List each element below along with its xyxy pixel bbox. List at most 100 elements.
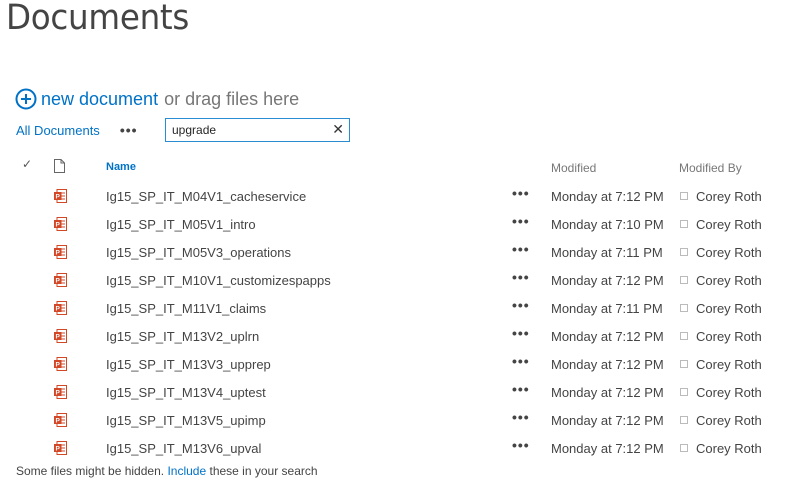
modified-date: Monday at 7:12 PM (551, 189, 664, 204)
table-row[interactable]: P Ig15_SP_IT_M05V1_intro ••• Monday at 7:10… (0, 210, 807, 238)
svg-text:P: P (56, 222, 61, 229)
table-row[interactable]: P Ig15_SP_IT_M11V1_claims ••• Monday at 7:1… (0, 294, 807, 322)
modified-by-user[interactable]: Corey Roth (696, 441, 762, 456)
powerpoint-file-icon: P (54, 273, 67, 288)
modified-by-user[interactable]: Corey Roth (696, 301, 762, 316)
modified-date: Monday at 7:10 PM (551, 217, 664, 232)
table-row[interactable]: P Ig15_SP_IT_M04V1_cacheservice ••• Monday … (0, 182, 807, 210)
drag-files-hint: or drag files here (164, 88, 300, 109)
modified-by-user[interactable]: Corey Roth (696, 245, 762, 260)
modified-by-user[interactable]: Corey Roth (696, 189, 762, 204)
item-more-button[interactable]: ••• (512, 269, 530, 285)
powerpoint-file-icon: P (54, 329, 67, 344)
document-name[interactable]: Ig15_SP_IT_M13V3_upprep (106, 357, 271, 372)
item-more-button[interactable]: ••• (512, 185, 530, 201)
svg-text:P: P (56, 194, 61, 201)
include-link[interactable]: Include (167, 464, 206, 478)
presence-icon (680, 192, 688, 200)
view-all-documents[interactable]: All Documents (16, 123, 100, 138)
presence-icon (680, 332, 688, 340)
powerpoint-file-icon: P (54, 245, 67, 260)
new-document-link[interactable]: new document (41, 89, 158, 110)
document-name[interactable]: Ig15_SP_IT_M13V5_upimp (106, 413, 266, 428)
search-box: ✕ (165, 118, 350, 142)
modified-date: Monday at 7:12 PM (551, 385, 664, 400)
svg-text:P: P (56, 362, 61, 369)
document-icon (54, 159, 65, 173)
view-selector: All Documents ••• (16, 122, 138, 138)
column-header-modified-by[interactable]: Modified By (679, 161, 742, 175)
modified-date: Monday at 7:12 PM (551, 441, 664, 456)
item-more-button[interactable]: ••• (512, 353, 530, 369)
svg-text:P: P (56, 334, 61, 341)
svg-text:P: P (56, 418, 61, 425)
table-row[interactable]: P Ig15_SP_IT_M13V4_uptest ••• Monday at 7:1… (0, 378, 807, 406)
table-row[interactable]: P Ig15_SP_IT_M13V2_uplrn ••• Monday at 7:12… (0, 322, 807, 350)
document-name[interactable]: Ig15_SP_IT_M04V1_cacheservice (106, 189, 306, 204)
powerpoint-file-icon: P (54, 413, 67, 428)
hidden-files-notice: Some files might be hidden. Include thes… (16, 464, 318, 478)
view-more-button[interactable]: ••• (120, 122, 138, 138)
presence-icon (680, 276, 688, 284)
svg-text:P: P (56, 250, 61, 257)
close-icon[interactable]: ✕ (332, 121, 344, 138)
item-more-button[interactable]: ••• (512, 213, 530, 229)
item-more-button[interactable]: ••• (512, 437, 530, 453)
svg-text:P: P (56, 306, 61, 313)
table-row[interactable]: P Ig15_SP_IT_M05V3_operations ••• Monday at… (0, 238, 807, 266)
column-header-modified[interactable]: Modified (551, 161, 596, 175)
modified-date: Monday at 7:11 PM (551, 301, 663, 316)
new-document-bar: new document or drag files here (15, 86, 299, 112)
column-header-row: ✓ Name Modified Modified By (0, 157, 807, 179)
modified-date: Monday at 7:12 PM (551, 329, 664, 344)
document-name[interactable]: Ig15_SP_IT_M05V1_intro (106, 217, 256, 232)
check-icon[interactable]: ✓ (22, 157, 32, 171)
item-more-button[interactable]: ••• (512, 297, 530, 313)
modified-by-user[interactable]: Corey Roth (696, 413, 762, 428)
item-more-button[interactable]: ••• (512, 381, 530, 397)
presence-icon (680, 360, 688, 368)
document-name[interactable]: Ig15_SP_IT_M11V1_claims (106, 301, 266, 316)
search-input[interactable] (172, 123, 332, 137)
powerpoint-file-icon: P (54, 441, 67, 456)
document-list: P Ig15_SP_IT_M04V1_cacheservice ••• Monday … (0, 182, 807, 462)
modified-by-user[interactable]: Corey Roth (696, 357, 762, 372)
powerpoint-file-icon: P (54, 301, 67, 316)
document-name[interactable]: Ig15_SP_IT_M13V4_uptest (106, 385, 266, 400)
svg-text:P: P (56, 278, 61, 285)
presence-icon (680, 220, 688, 228)
svg-text:P: P (56, 390, 61, 397)
presence-icon (680, 248, 688, 256)
table-row[interactable]: P Ig15_SP_IT_M10V1_customizespapps ••• Mond… (0, 266, 807, 294)
hidden-files-text-end: these in your search (209, 464, 318, 478)
modified-date: Monday at 7:11 PM (551, 245, 663, 260)
document-name[interactable]: Ig15_SP_IT_M10V1_customizespapps (106, 273, 331, 288)
column-header-name[interactable]: Name (106, 161, 136, 173)
table-row[interactable]: P Ig15_SP_IT_M13V3_upprep ••• Monday at 7:1… (0, 350, 807, 378)
document-name[interactable]: Ig15_SP_IT_M13V2_uplrn (106, 329, 259, 344)
item-more-button[interactable]: ••• (512, 325, 530, 341)
modified-by-user[interactable]: Corey Roth (696, 273, 762, 288)
item-more-button[interactable]: ••• (512, 241, 530, 257)
document-name[interactable]: Ig15_SP_IT_M05V3_operations (106, 245, 291, 260)
powerpoint-file-icon: P (54, 189, 67, 204)
presence-icon (680, 388, 688, 396)
presence-icon (680, 444, 688, 452)
presence-icon (680, 304, 688, 312)
modified-date: Monday at 7:12 PM (551, 357, 664, 372)
modified-by-user[interactable]: Corey Roth (696, 329, 762, 344)
item-more-button[interactable]: ••• (512, 409, 530, 425)
powerpoint-file-icon: P (54, 357, 67, 372)
hidden-files-text: Some files might be hidden. (16, 464, 165, 478)
table-row[interactable]: P Ig15_SP_IT_M13V6_upval ••• Monday at 7:12… (0, 434, 807, 462)
page-title: Documents (6, 0, 190, 38)
plus-circle-icon[interactable] (15, 88, 37, 110)
presence-icon (680, 416, 688, 424)
modified-by-user[interactable]: Corey Roth (696, 217, 762, 232)
powerpoint-file-icon: P (54, 385, 67, 400)
svg-text:P: P (56, 446, 61, 453)
powerpoint-file-icon: P (54, 217, 67, 232)
table-row[interactable]: P Ig15_SP_IT_M13V5_upimp ••• Monday at 7:12… (0, 406, 807, 434)
modified-by-user[interactable]: Corey Roth (696, 385, 762, 400)
document-name[interactable]: Ig15_SP_IT_M13V6_upval (106, 441, 261, 456)
